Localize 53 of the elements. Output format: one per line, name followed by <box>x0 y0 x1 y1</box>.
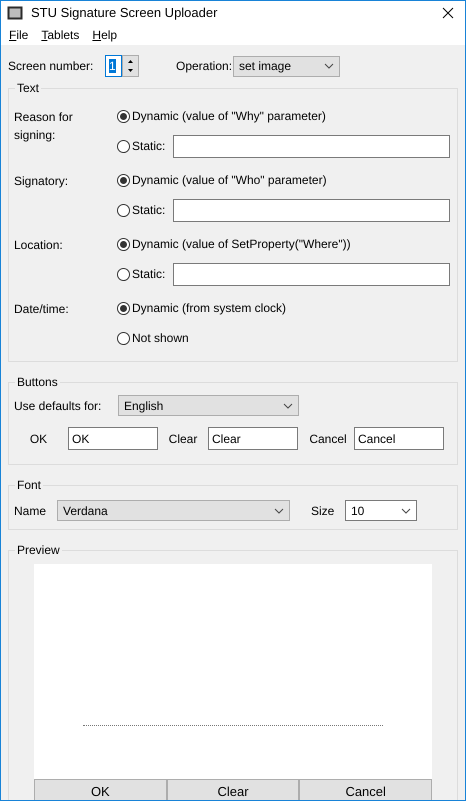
field-label: Location: <box>13 237 64 254</box>
text-input[interactable]: OK <box>68 427 158 450</box>
text-input[interactable]: Clear <box>208 427 298 450</box>
dropdown[interactable]: set image <box>233 56 340 76</box>
menu-item[interactable]: File <box>9 26 28 44</box>
number-field[interactable]: 1 <box>105 55 122 77</box>
field-label: Date/time: <box>13 301 70 318</box>
radio-label: Static: <box>132 138 166 155</box>
field-label: Size <box>311 502 336 520</box>
field-label: Signatory: <box>13 173 70 190</box>
text-input[interactable] <box>173 262 450 286</box>
radio-button[interactable] <box>117 302 130 314</box>
text-input[interactable] <box>173 134 450 158</box>
chevron-down-icon <box>401 508 411 514</box>
preview-button[interactable]: Cancel <box>299 779 432 800</box>
radio-button[interactable] <box>117 332 130 344</box>
close-icon[interactable] <box>442 7 454 19</box>
radio-label: Static: <box>132 202 166 219</box>
field-label: Cancel <box>308 430 348 448</box>
field-label: Use defaults for: <box>13 398 102 414</box>
radio-button[interactable] <box>117 268 130 280</box>
field-label: Screen number: <box>8 58 94 75</box>
field-label: Reason for signing: <box>13 109 74 144</box>
preview-button[interactable]: OK <box>34 779 167 800</box>
spinner[interactable] <box>122 55 139 77</box>
dropdown[interactable]: English <box>118 395 299 416</box>
radio-button[interactable] <box>117 174 130 186</box>
dropdown[interactable]: 10 <box>345 500 417 521</box>
menu-item[interactable]: Tablets <box>41 26 80 44</box>
field-label: OK <box>28 430 48 448</box>
preview-button[interactable]: Clear <box>166 779 300 800</box>
radio-label: Dynamic (value of "Why" parameter) <box>132 108 326 125</box>
chevron-down-icon <box>283 402 293 408</box>
chevron-down-icon <box>324 63 334 69</box>
dropdown[interactable]: Verdana <box>57 500 290 521</box>
radio-label: Dynamic (from system clock) <box>132 300 286 317</box>
app-icon <box>7 6 23 20</box>
radio-button[interactable] <box>117 110 130 122</box>
chevron-down-icon <box>274 508 284 514</box>
radio-label: Dynamic (value of SetProperty("Where")) <box>132 236 351 253</box>
menu-item[interactable]: Help <box>92 26 118 44</box>
window-title: STU Signature Screen Uploader <box>31 4 218 22</box>
field-label: Clear <box>168 430 198 448</box>
field-label: Operation: <box>176 58 233 75</box>
text-input[interactable] <box>173 198 450 222</box>
radio-label: Not shown <box>132 330 189 347</box>
radio-button[interactable] <box>117 204 130 216</box>
text-input[interactable]: Cancel <box>354 427 444 450</box>
radio-button[interactable] <box>117 140 130 152</box>
radio-button[interactable] <box>117 238 130 250</box>
radio-label: Static: <box>132 266 166 283</box>
field-label: Name <box>13 502 48 520</box>
radio-label: Dynamic (value of "Who" parameter) <box>132 172 327 189</box>
